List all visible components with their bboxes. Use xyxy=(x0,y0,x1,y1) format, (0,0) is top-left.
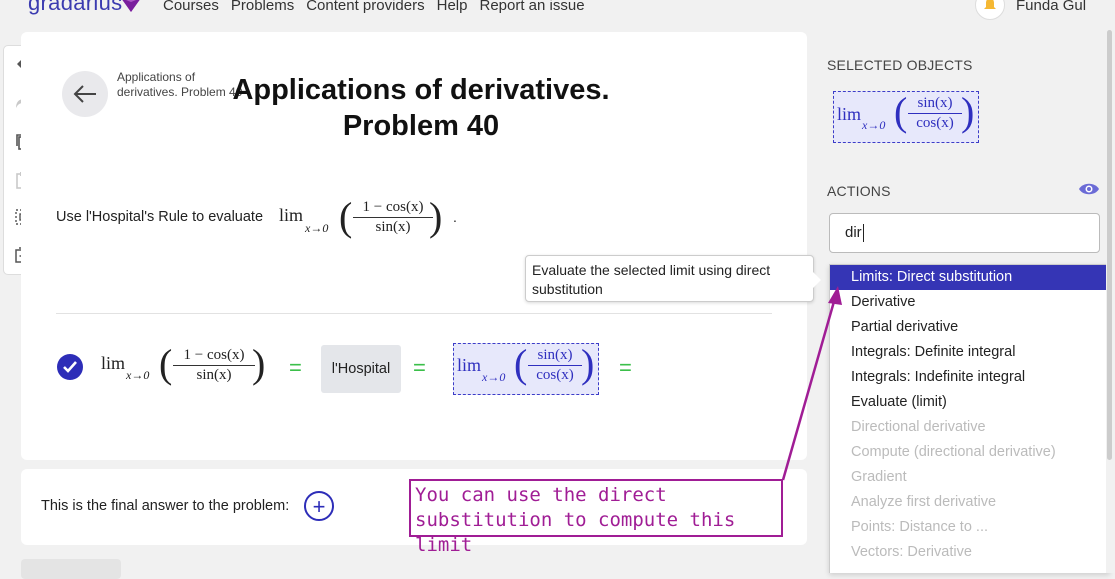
step-numerator: 1 − cos(x) xyxy=(183,347,245,363)
problem-expression: lim x→0 ( 1 − cos(x) sin(x) ) xyxy=(279,194,459,249)
bottom-button[interactable] xyxy=(21,559,121,579)
result-denominator: cos(x) xyxy=(536,367,574,383)
result-paren-right: ) xyxy=(581,341,595,386)
selected-object-chip[interactable]: lim x→0 ( sin(x) cos(x) ) xyxy=(833,89,979,143)
nav-help[interactable]: Help xyxy=(437,0,468,14)
user-name[interactable]: Funda Gul xyxy=(1016,0,1086,14)
nav-courses[interactable]: Courses xyxy=(163,0,219,14)
text-caret xyxy=(862,224,864,243)
step-expression[interactable]: lim x→0 ( 1 − cos(x) sin(x) ) xyxy=(101,341,271,396)
arrow-left-icon xyxy=(73,85,96,103)
result-paren-left: ( xyxy=(514,341,528,386)
menu-item-evaluate-limit[interactable]: Evaluate (limit) xyxy=(830,390,1109,415)
expr-sub: x→0 xyxy=(305,221,329,235)
selected-numerator: sin(x) xyxy=(917,95,953,111)
menu-item-directional-derivative: Directional derivative xyxy=(851,419,986,435)
divider xyxy=(56,313,772,314)
result-fraction: sin(x) cos(x) xyxy=(528,347,582,384)
actions-dropdown: Limits: Direct substitution Derivative P… xyxy=(829,264,1110,573)
page-scrollbar-thumb[interactable] xyxy=(1107,30,1112,460)
gem-logo-icon xyxy=(122,0,140,12)
problem-statement: Use l'Hospital's Rule to evaluate xyxy=(56,209,264,225)
step-fraction: 1 − cos(x) sin(x) xyxy=(173,347,255,384)
result-numerator: sin(x) xyxy=(537,347,573,363)
step-paren-right: ) xyxy=(252,341,266,386)
expr-numerator: 1 − cos(x) xyxy=(362,199,424,215)
annotation-callout: You can use the direct substitution to c… xyxy=(409,479,783,556)
expr-paren-left: ( xyxy=(339,194,353,239)
logo[interactable]: gradarius xyxy=(28,0,122,16)
final-answer-label: This is the final answer to the problem: xyxy=(41,498,290,514)
step-paren-left: ( xyxy=(159,341,173,386)
selected-result-expression[interactable]: lim x→0 ( sin(x) cos(x) ) xyxy=(453,341,599,395)
problem-card: Applications of derivatives. Problem 40 … xyxy=(21,32,807,460)
equals-sign-1: = xyxy=(289,355,302,380)
expr-paren-right: ) xyxy=(429,194,443,239)
menu-item-derivative[interactable]: Derivative xyxy=(830,290,1109,315)
breadcrumb[interactable]: Applications of derivatives. Problem 40 xyxy=(117,70,247,100)
main-nav: Courses Problems Content providers Help … xyxy=(163,0,585,14)
action-tooltip: Evaluate the selected limit using direct… xyxy=(525,255,821,302)
nav-content-providers[interactable]: Content providers xyxy=(306,0,424,14)
equals-sign-3[interactable]: = xyxy=(619,355,632,381)
step-lim: lim xyxy=(101,353,126,373)
selected-denominator: cos(x) xyxy=(916,115,954,131)
actions-search-input[interactable]: dir xyxy=(829,213,1100,253)
back-button[interactable] xyxy=(62,71,108,117)
add-final-answer-button[interactable]: + xyxy=(304,491,334,521)
selected-objects-heading: SELECTED OBJECTS xyxy=(827,57,973,73)
equals-sign-2: = xyxy=(413,355,426,380)
statement-period: . xyxy=(453,209,457,225)
actions-heading: ACTIONS xyxy=(827,183,891,199)
expr-lim: lim xyxy=(279,205,304,225)
notifications-button[interactable] xyxy=(975,0,1005,20)
step-denominator: sin(x) xyxy=(196,367,232,383)
menu-item-partial-derivative[interactable]: Partial derivative xyxy=(830,315,1109,340)
eye-icon[interactable] xyxy=(1078,181,1100,197)
step-complete-check-icon xyxy=(57,354,83,380)
menu-item-limits-direct-substitution[interactable]: Limits: Direct substitution xyxy=(830,265,1109,290)
menu-item-points-distance: Points: Distance to ... xyxy=(851,519,989,535)
rule-lhospital[interactable]: l'Hospital xyxy=(321,345,401,393)
selected-paren-right: ) xyxy=(961,89,975,134)
bell-icon xyxy=(984,0,996,9)
selected-fraction: sin(x) cos(x) xyxy=(908,95,962,132)
step-sub: x→0 xyxy=(126,368,150,382)
menu-item-definite-integral[interactable]: Integrals: Definite integral xyxy=(830,340,1109,365)
nav-report-issue[interactable]: Report an issue xyxy=(479,0,584,14)
menu-item-analyze-first-derivative: Analyze first derivative xyxy=(851,494,997,510)
selected-paren-left: ( xyxy=(894,89,908,134)
menu-item-indefinite-integral[interactable]: Integrals: Indefinite integral xyxy=(830,365,1109,390)
search-value: dir xyxy=(845,224,862,241)
annotation-line-1: You can use the direct xyxy=(415,484,667,506)
expr-denominator: sin(x) xyxy=(375,219,411,235)
selected-sub: x→0 xyxy=(862,118,886,132)
page-title: Applications of derivatives. Problem 40 xyxy=(232,74,610,142)
result-sub: x→0 xyxy=(482,370,506,384)
selected-lim: lim xyxy=(837,104,862,124)
menu-item-compute-directional-derivative: Compute (directional derivative) xyxy=(851,444,1056,460)
result-lim: lim xyxy=(457,355,482,375)
annotation-line-2: substitution to compute this limit xyxy=(415,509,736,556)
expr-fraction: 1 − cos(x) sin(x) xyxy=(353,199,433,236)
menu-item-vectors-derivative: Vectors: Derivative xyxy=(851,544,972,560)
nav-problems[interactable]: Problems xyxy=(231,0,294,14)
menu-item-gradient: Gradient xyxy=(851,469,907,485)
